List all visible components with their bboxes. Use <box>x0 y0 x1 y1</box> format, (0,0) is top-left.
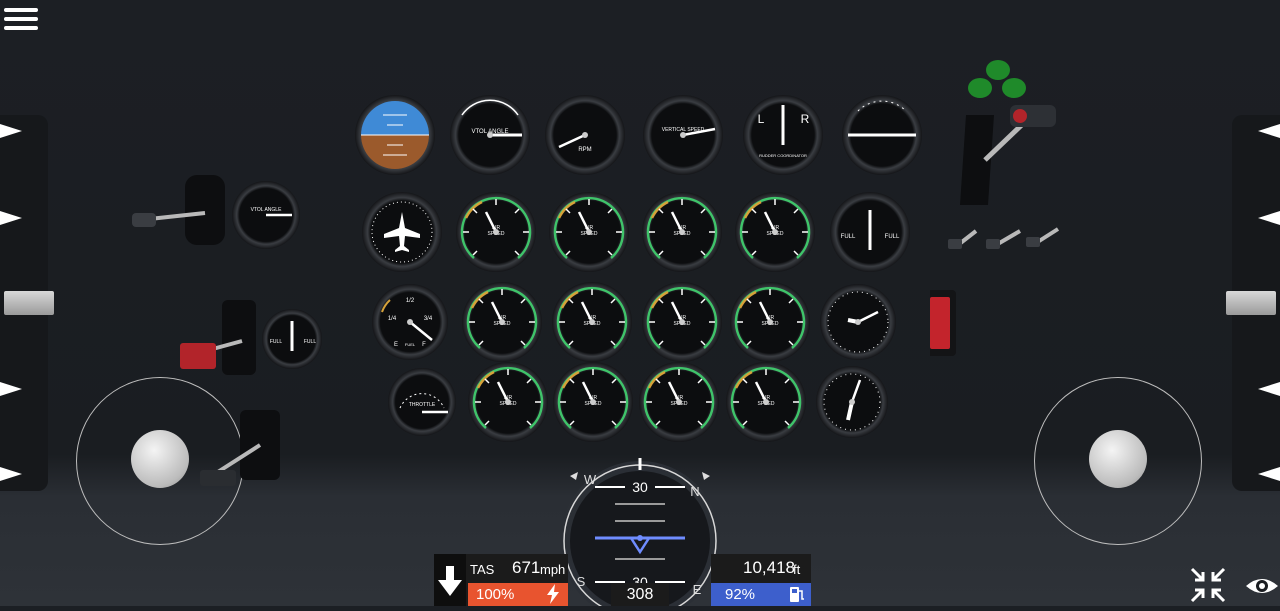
compass-n: N <box>690 484 699 499</box>
red-toggle-switch[interactable] <box>930 297 950 349</box>
rudder-left-label: L <box>758 112 765 126</box>
fuel-quantity-gauge: 1/2 1/4 3/4 E F FUEL <box>372 284 448 360</box>
attitude-indicator <box>355 95 435 175</box>
fuel-label: FUEL <box>405 342 416 347</box>
left-arrow-3[interactable] <box>0 382 22 396</box>
right-joystick-knob[interactable] <box>1089 430 1147 488</box>
aux-vtol-angle-label: VTOL ANGLE <box>251 207 283 213</box>
throttle-label: THROTTLE <box>409 402 436 408</box>
right-aux-controls <box>930 60 1060 356</box>
air-speed-gauge-5 <box>460 280 544 364</box>
air-speed-gauge-1 <box>454 190 538 274</box>
right-slider-handle[interactable] <box>1226 291 1276 315</box>
gear-light-2 <box>968 78 992 98</box>
vertical-speed-gauge: VERTICAL SPEED <box>643 95 723 175</box>
altitude-value: 10,418 <box>743 558 795 577</box>
air-speed-gauge-10 <box>551 360 635 444</box>
rpm-label: RPM <box>578 147 591 153</box>
left-aux-controls: VTOL ANGLE FULL FULL <box>132 175 322 486</box>
air-speed-gauge-7 <box>640 280 724 364</box>
left-arrow-2[interactable] <box>0 211 22 225</box>
left-slider-handle[interactable] <box>4 291 54 315</box>
throttle-gauge: THROTTLE <box>388 368 456 436</box>
pitch-ladder-top: 30 <box>632 479 648 495</box>
aux-fuel-full-left: FULL <box>270 339 282 345</box>
right-arrow-1[interactable] <box>1258 124 1280 138</box>
tas-label: TAS <box>470 562 495 577</box>
heading-box: 308 <box>611 583 669 606</box>
fuel-empty-label: E <box>394 342 398 348</box>
throttle-bar: 100% <box>468 583 568 606</box>
right-arrow-2[interactable] <box>1258 211 1280 225</box>
gear-light-3 <box>1002 78 1026 98</box>
fuel-full-left: FULL <box>841 234 856 240</box>
throttle-percent: 100% <box>476 586 515 603</box>
clock-gauge-1 <box>820 284 896 360</box>
fuel-percent: 92% <box>725 586 756 603</box>
fuel-bar: 92% <box>711 583 811 606</box>
vtol-angle-gauge: VTOL ANGLE <box>450 95 530 175</box>
speed-value: 671 <box>512 558 541 577</box>
heading-indicator <box>362 192 442 272</box>
air-speed-gauge-2 <box>547 190 631 274</box>
fuel-gauge-main: FULL FULL <box>830 192 910 272</box>
air-speed-gauge-6 <box>550 280 634 364</box>
air-speed-gauge-9 <box>466 360 550 444</box>
altitude-panel: 10,418 ft 92% <box>711 554 811 606</box>
compass-s: S <box>577 574 586 589</box>
right-arrow-4[interactable] <box>1258 467 1280 481</box>
air-speed-gauge-11 <box>637 360 721 444</box>
speed-panel: TAS 671 mph 100% <box>434 554 568 606</box>
rudder-right-label: R <box>801 112 810 126</box>
horizon-blank-gauge <box>842 95 922 175</box>
clock-gauge-2 <box>816 366 888 438</box>
air-speed-gauge-12 <box>724 360 808 444</box>
switch-row[interactable] <box>948 227 1060 249</box>
red-lever-handle[interactable] <box>180 343 216 369</box>
rpm-gauge: RPM <box>545 95 625 175</box>
left-arrow-1[interactable] <box>0 124 22 138</box>
fuel-full-right: FULL <box>885 234 900 240</box>
fuel-three-quarter-label: 3/4 <box>424 316 433 322</box>
fuel-half-label: 1/2 <box>406 298 415 304</box>
lightning-icon <box>546 584 560 604</box>
fuel-f-label: F <box>422 342 426 348</box>
menu-icon[interactable] <box>4 4 38 36</box>
compass-e: E <box>693 582 702 597</box>
right-arrow-3[interactable] <box>1258 382 1280 396</box>
fuel-quarter-label: 1/4 <box>388 316 397 322</box>
air-speed-gauge-8 <box>728 280 812 364</box>
altitude-unit: ft <box>793 562 801 577</box>
left-arrow-4[interactable] <box>0 467 22 481</box>
fuel-pump-icon <box>789 585 805 603</box>
air-speed-gauge-3 <box>640 190 724 274</box>
heading-value: 308 <box>626 586 654 603</box>
air-speed-gauge-4 <box>733 190 817 274</box>
eye-icon[interactable] <box>1244 574 1280 598</box>
gear-light-1 <box>986 60 1010 80</box>
aux-fuel-full-right: FULL <box>304 339 316 345</box>
collapse-icon[interactable] <box>1189 566 1227 604</box>
compass-w: W <box>584 472 597 487</box>
arrow-down-icon[interactable] <box>434 554 466 606</box>
rudder-coordinator-gauge: L R RUDDER COORDINATOR <box>743 95 823 175</box>
rudder-coordinator-label: RUDDER COORDINATOR <box>759 153 807 158</box>
speed-unit: mph <box>540 562 566 577</box>
